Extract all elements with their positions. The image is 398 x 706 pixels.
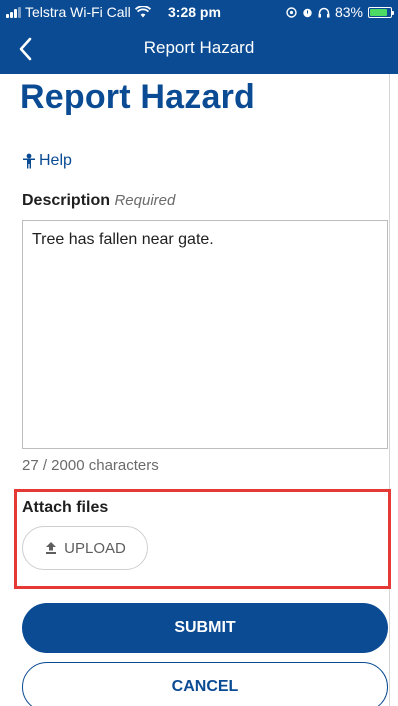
description-textarea[interactable]: Tree has fallen near gate.: [22, 220, 388, 449]
upload-label: UPLOAD: [64, 539, 126, 557]
help-link[interactable]: Help: [22, 152, 72, 170]
headphones-icon: [318, 7, 330, 17]
carrier-label: Telstra Wi-Fi Call: [25, 4, 131, 20]
cancel-button[interactable]: CANCEL: [22, 662, 388, 706]
page-title: Report Hazard: [20, 78, 255, 116]
attach-files-label: Attach files: [22, 499, 109, 516]
clock: 3:28 pm: [168, 4, 221, 20]
nav-title: Report Hazard: [143, 38, 255, 57]
character-counter: 27 / 2000 characters: [22, 457, 159, 474]
cell-signal-icon: [6, 6, 21, 18]
description-title: Description: [22, 192, 111, 209]
battery-icon: [368, 6, 394, 18]
upload-button[interactable]: UPLOAD: [22, 526, 148, 570]
nav-bar: Report Hazard: [0, 24, 398, 74]
description-label: Description Required: [22, 192, 175, 210]
status-right: 83%: [286, 4, 394, 20]
wifi-icon: [134, 6, 151, 18]
form-content: Report Hazard Help Description Required …: [0, 74, 398, 706]
status-left: Telstra Wi-Fi Call: [6, 4, 156, 20]
person-icon: [23, 153, 35, 169]
help-label: Help: [39, 152, 72, 169]
location-icon: [286, 6, 297, 18]
battery-percent: 83%: [334, 4, 363, 20]
submit-button[interactable]: SUBMIT: [22, 603, 388, 653]
status-bar: Telstra Wi-Fi Call 3:28 pm 83%: [0, 0, 398, 24]
required-hint: Required: [114, 192, 176, 209]
upload-icon: [46, 542, 57, 554]
alarm-icon: [303, 8, 312, 17]
scrollbar-track: [389, 74, 390, 706]
